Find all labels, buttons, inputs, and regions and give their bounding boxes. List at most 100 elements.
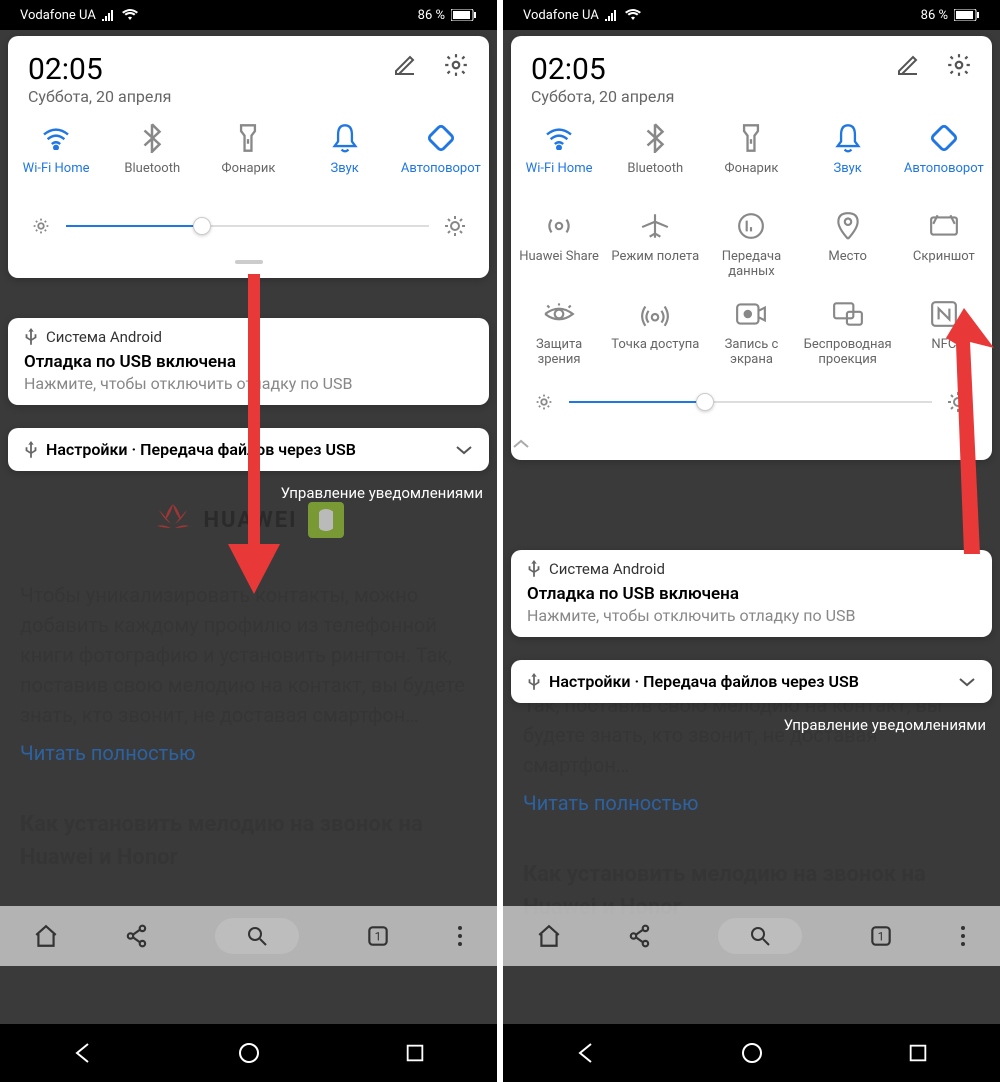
gear-icon[interactable] [443, 52, 469, 78]
svg-text:1: 1 [375, 929, 382, 943]
search-icon[interactable] [718, 918, 802, 954]
qs-wifi[interactable]: Wi-Fi Home [11, 122, 101, 192]
qs-rotate[interactable]: Автоповорот [396, 122, 486, 192]
qs-rotate[interactable]: Автоповорот [899, 122, 989, 192]
notification-usb-transfer[interactable]: Настройки · Передача файлов через USB [511, 660, 992, 703]
qs-row-1: Wi-Fi Home Bluetooth Фонарик Звук Автопо… [8, 116, 489, 204]
usb-icon [527, 560, 541, 578]
nav-recent-icon[interactable] [907, 1042, 929, 1064]
qs-wifi[interactable]: Wi-Fi Home [514, 122, 604, 192]
qs-torch-label: Фонарик [725, 162, 779, 192]
nav-home-icon[interactable] [740, 1041, 764, 1065]
qs-wireless-projection[interactable]: Беспроводная проекция [803, 298, 893, 368]
read-more-link[interactable]: Читать полностью [523, 788, 980, 818]
brightness-slider[interactable] [66, 225, 429, 227]
tabs-icon[interactable]: 1 [868, 923, 894, 949]
nfc-icon [928, 298, 960, 330]
carrier-label: Vodafone UA [523, 8, 599, 23]
edit-icon[interactable] [393, 53, 417, 77]
qs-hotspot[interactable]: Точка доступа [610, 298, 700, 368]
rotate-icon [425, 122, 457, 154]
nav-recent-icon[interactable] [404, 1042, 426, 1064]
menu-dots-icon[interactable] [959, 924, 967, 948]
status-bar: Vodafone UA 86 % [0, 0, 497, 30]
panel-drag-handle[interactable] [235, 260, 263, 264]
qs-rotate-label: Автоповорот [904, 162, 984, 192]
wifi-status-icon [122, 9, 138, 21]
bell-icon [329, 122, 361, 154]
gear-icon[interactable] [946, 52, 972, 78]
wifi-status-icon [625, 9, 641, 21]
browser-toolbar: 1 [0, 906, 497, 966]
collapse-chevron-icon[interactable] [511, 432, 992, 460]
qs-eye-label: Защита зрения [514, 338, 604, 368]
browser-toolbar: 1 [503, 906, 1000, 966]
notification-usb-debug[interactable]: Система Android Отладка по USB включена … [8, 318, 489, 405]
home-icon[interactable] [33, 923, 59, 949]
menu-dots-icon[interactable] [456, 924, 464, 948]
notif-title: Отладка по USB включена [527, 584, 976, 604]
bell-icon [832, 122, 864, 154]
article-paragraph: Так, поставив свою мелодию на контакт, в… [523, 690, 980, 780]
panel-time: 02:05 [531, 52, 674, 87]
search-icon[interactable] [215, 918, 299, 954]
manage-notifications-link[interactable]: Управление уведомлениями [784, 716, 986, 734]
qs-sound[interactable]: Звук [300, 122, 390, 192]
home-icon[interactable] [536, 923, 562, 949]
usb-icon [527, 673, 541, 691]
brightness-low-icon [533, 391, 555, 413]
notif-subtitle: Нажмите, чтобы отключить отладку по USB [24, 374, 473, 393]
read-more-link[interactable]: Читать полностью [20, 738, 477, 768]
notification-usb-debug[interactable]: Система Android Отладка по USB включена … [511, 550, 992, 637]
wifi-icon [543, 122, 575, 154]
airplane-icon [639, 210, 671, 242]
rotate-icon [928, 122, 960, 154]
qs-bluetooth[interactable]: Bluetooth [610, 122, 700, 192]
qs-sound[interactable]: Звук [803, 122, 893, 192]
nav-back-icon[interactable] [71, 1041, 95, 1065]
screenshot-icon [928, 210, 960, 242]
bluetooth-icon [639, 122, 671, 154]
qs-bluetooth[interactable]: Bluetooth [107, 122, 197, 192]
manage-notifications-link[interactable]: Управление уведомлениями [281, 484, 483, 502]
chevron-down-icon [455, 444, 473, 456]
qs-torch[interactable]: Фонарик [203, 122, 293, 192]
qs-screen-record[interactable]: Запись с экрана [706, 298, 796, 368]
qs-sound-label: Звук [331, 162, 359, 192]
notification-usb-transfer[interactable]: Настройки · Передача файлов через USB [8, 428, 489, 471]
status-bar: Vodafone UA 86 % [503, 0, 1000, 30]
eye-icon [543, 298, 575, 330]
notif-app-label: Система Android [46, 328, 162, 346]
qs-huawei-share[interactable]: Huawei Share [514, 210, 604, 280]
panel-time: 02:05 [28, 52, 171, 87]
qs-mobile-data[interactable]: Передача данных [706, 210, 796, 280]
qs-airplane[interactable]: Режим полета [610, 210, 700, 280]
brightness-low-icon [30, 215, 52, 237]
qs-sound-label: Звук [834, 162, 862, 192]
qs-bt-label: Bluetooth [124, 162, 180, 192]
article-title: Как установить мелодию на звонок на Huaw… [20, 808, 477, 874]
svg-text:1: 1 [878, 929, 885, 943]
share-icon[interactable] [124, 923, 150, 949]
nav-home-icon[interactable] [237, 1041, 261, 1065]
brightness-high-icon [443, 214, 467, 238]
quick-settings-panel[interactable]: 02:05 Суббота, 20 апреля Wi-Fi Home Blue… [8, 36, 489, 278]
flashlight-icon [232, 122, 264, 154]
signal-icon [605, 9, 619, 21]
edit-icon[interactable] [896, 53, 920, 77]
qs-torch-label: Фонарик [222, 162, 276, 192]
qs-torch[interactable]: Фонарик [706, 122, 796, 192]
qs-screenshot[interactable]: Скриншот [899, 210, 989, 280]
qs-wifi-label: Wi-Fi Home [23, 162, 90, 192]
qs-eye-comfort[interactable]: Защита зрения [514, 298, 604, 368]
tabs-icon[interactable]: 1 [365, 923, 391, 949]
share-icon[interactable] [627, 923, 653, 949]
quick-settings-panel-expanded[interactable]: 02:05 Суббота, 20 апреля Wi-Fi Home Blue… [511, 36, 992, 460]
phone-right: Vodafone UA 86 % Так, поставив свою мело… [503, 0, 1000, 1082]
brightness-slider[interactable] [569, 401, 932, 403]
nav-back-icon[interactable] [574, 1041, 598, 1065]
qs-location[interactable]: Место [803, 210, 893, 280]
battery-label: 86 % [418, 8, 445, 23]
qs-nfc[interactable]: NFC [899, 298, 989, 368]
cast-icon [832, 298, 864, 330]
